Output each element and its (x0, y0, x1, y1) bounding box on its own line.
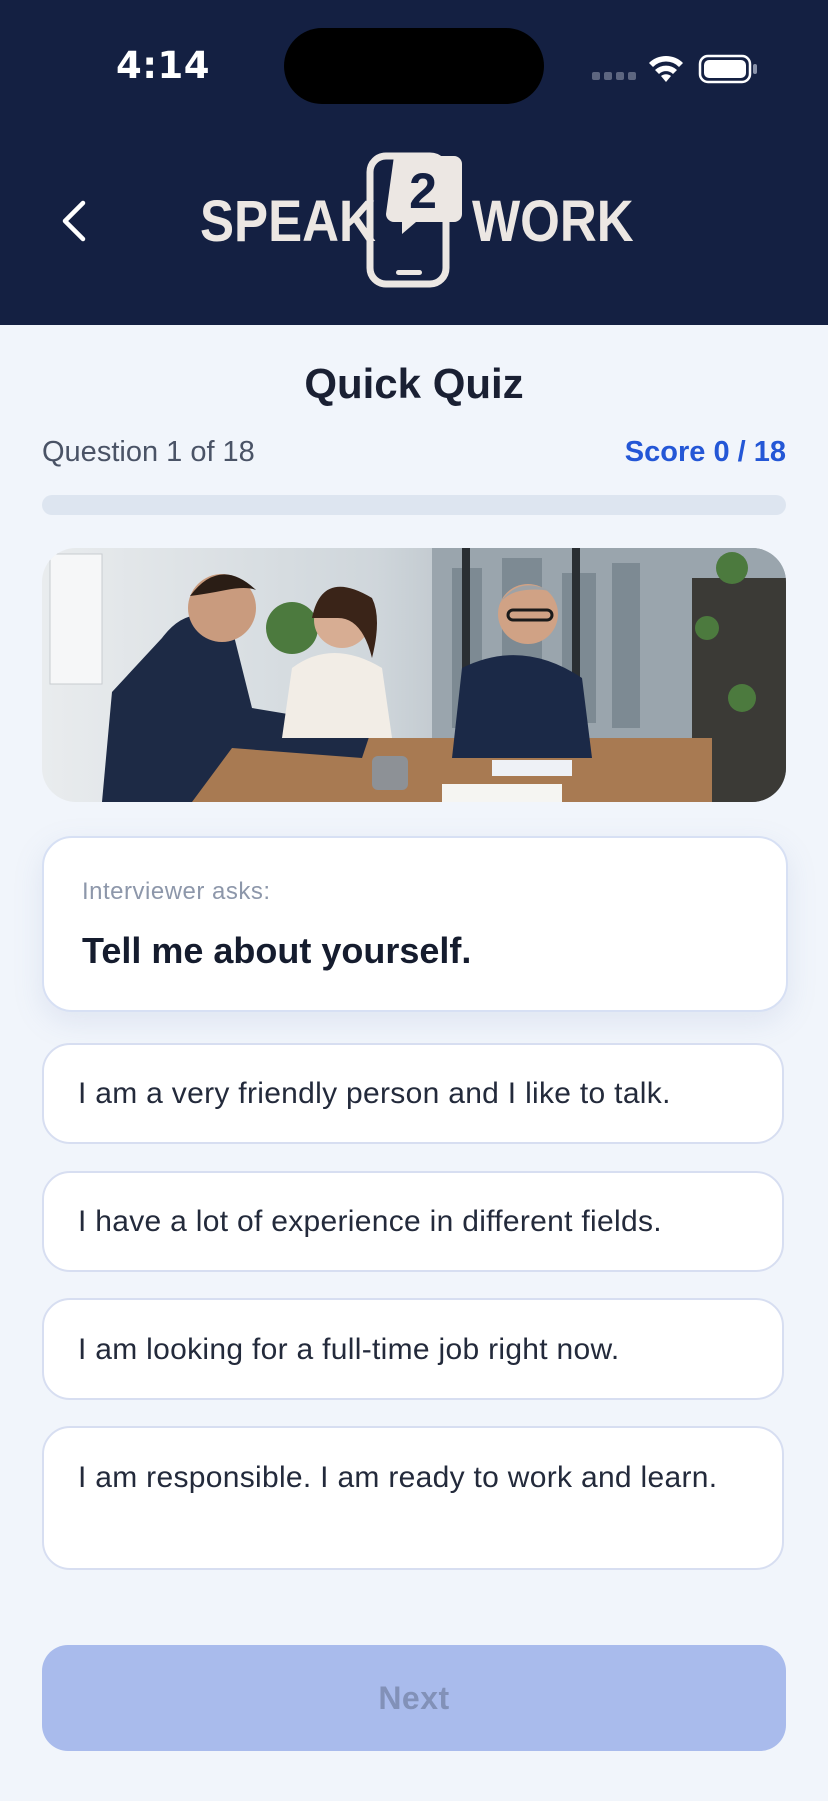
chevron-left-icon (62, 200, 86, 242)
question-card: Interviewer asks: Tell me about yourself… (42, 836, 788, 1012)
answer-option-2[interactable]: I have a lot of experience in different … (42, 1171, 784, 1272)
status-icons (592, 54, 757, 84)
app-header: 4:14 SPEAK 2 WORK (0, 0, 828, 325)
answer-option-label: I am a very friendly person and I like t… (78, 1077, 671, 1110)
logo-text-right: WORK (472, 189, 634, 254)
answer-option-3[interactable]: I am looking for a full-time job right n… (42, 1298, 784, 1400)
answer-option-label: I am responsible. I am ready to work and… (78, 1461, 718, 1494)
status-time: 4:14 (116, 44, 211, 87)
logo-number: 2 (409, 163, 437, 219)
progress-bar (42, 495, 786, 515)
dynamic-island (284, 28, 544, 104)
speak2work-logo: SPEAK 2 WORK (200, 150, 634, 290)
answer-option-label: I have a lot of experience in different … (78, 1205, 662, 1238)
wifi-icon (649, 55, 683, 82)
score-label: Score 0 / 18 (624, 436, 786, 468)
answer-option-1[interactable]: I am a very friendly person and I like t… (42, 1043, 784, 1144)
battery-icon (698, 54, 757, 84)
question-label: Interviewer asks: (82, 878, 271, 905)
phone-logo-icon: 2 (366, 152, 462, 288)
question-text: Tell me about yourself. (82, 930, 472, 971)
answer-option-4[interactable]: I am responsible. I am ready to work and… (42, 1426, 784, 1570)
logo-text-left: SPEAK (200, 189, 376, 254)
next-button[interactable]: Next (42, 1645, 786, 1751)
answer-option-label: I am looking for a full-time job right n… (78, 1333, 620, 1366)
interview-photo (42, 548, 786, 802)
cellular-signal-icon (592, 72, 636, 80)
back-button[interactable] (48, 190, 100, 252)
question-counter: Question 1 of 18 (42, 436, 255, 468)
page-title: Quick Quiz (304, 360, 524, 407)
